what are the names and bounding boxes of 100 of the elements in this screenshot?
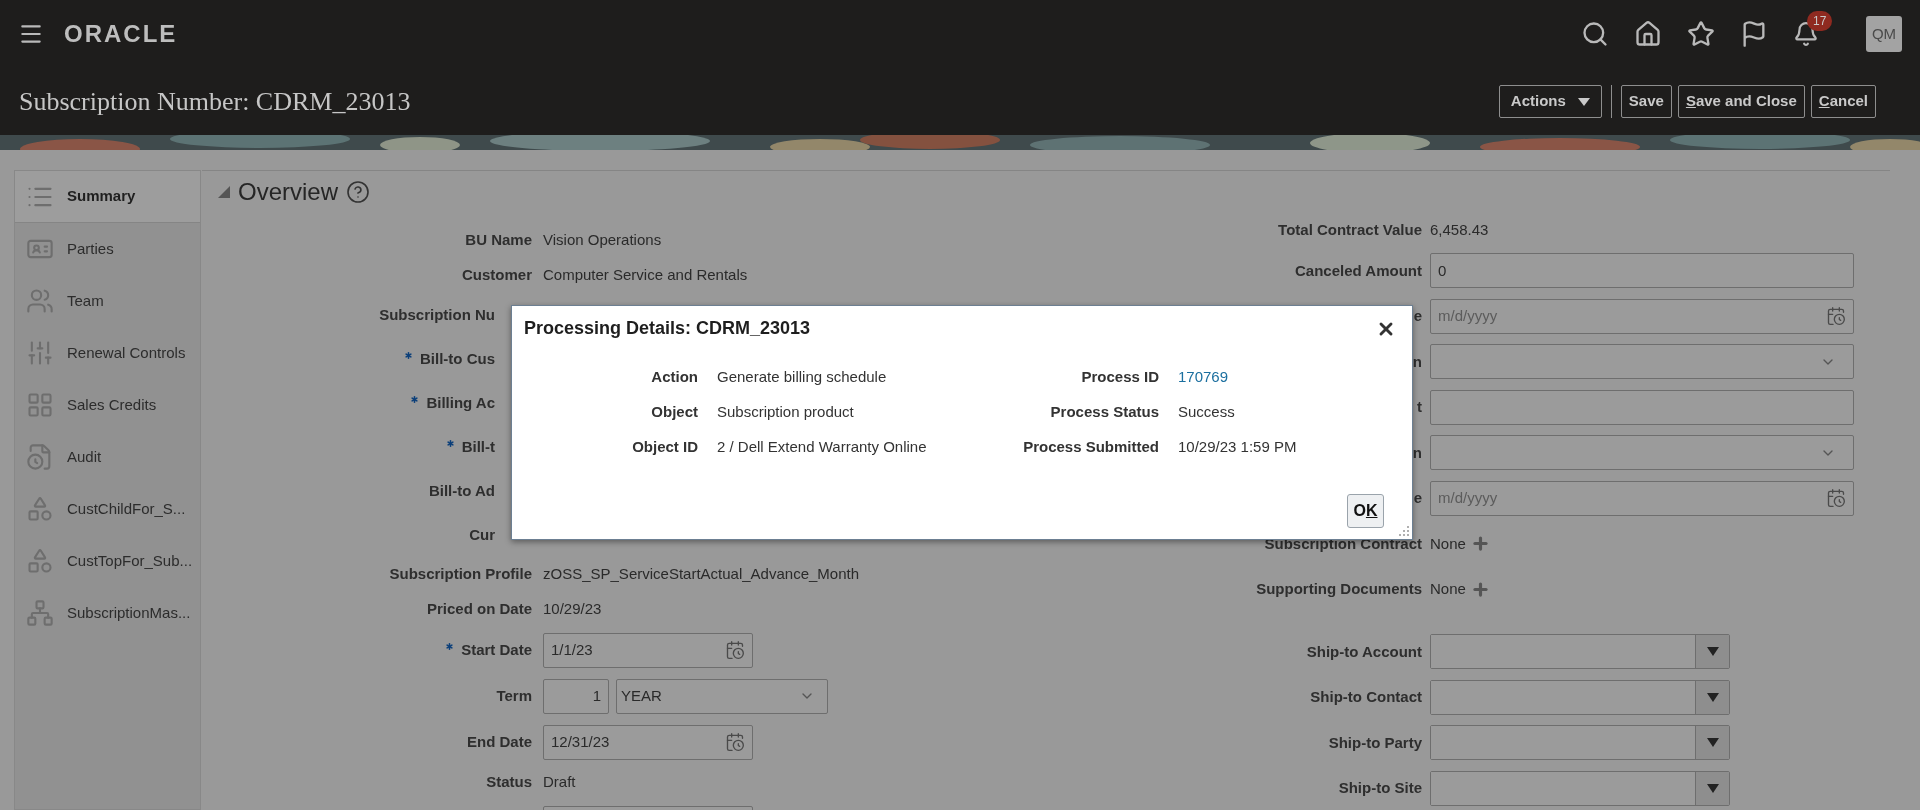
field-label: n [1412, 442, 1422, 463]
field-label: Subscription Contract [1264, 533, 1422, 554]
caret-icon [1706, 647, 1719, 657]
field-label: t [1417, 397, 1422, 417]
detail-value: 10/29/23 1:59 PM [1178, 437, 1298, 457]
field-label: Subscription Profile [389, 564, 532, 585]
sidebar-item[interactable]: SubscriptionMas... [15, 587, 200, 639]
detail-label: Action [650, 367, 698, 387]
detail-label: Object [650, 402, 698, 422]
unit-select[interactable]: YEAR [616, 678, 828, 714]
user-avatar[interactable]: QM [1866, 16, 1902, 52]
star-icon[interactable] [1687, 20, 1715, 48]
calendar-icon[interactable] [725, 640, 745, 660]
caret-icon [1706, 738, 1719, 748]
field-value: 6,458.43 [1430, 220, 1489, 241]
field-label: Bill-to Ad [428, 480, 495, 501]
calendar-icon[interactable] [1826, 488, 1846, 509]
field-label: Ship-to Account [1306, 641, 1422, 662]
actions-menu-button[interactable]: Actions [1498, 85, 1602, 118]
ok-button[interactable]: OK [1347, 494, 1384, 528]
lookup-field[interactable] [1430, 770, 1730, 806]
detail-value: Generate billing schedule [717, 367, 888, 387]
field-label: Subscription Nu [379, 304, 495, 325]
field-label: Supporting Documents [1256, 579, 1422, 599]
field-label: Ship-to Party [1328, 732, 1422, 753]
sidebar-item[interactable]: Summary [15, 171, 200, 223]
home-icon[interactable] [1634, 20, 1662, 48]
lookup-field[interactable] [1430, 725, 1730, 761]
field-label: End Date [467, 731, 532, 752]
lookup-field[interactable] [1430, 679, 1730, 715]
detail-label: Process Status [1049, 402, 1159, 422]
sidebar-item[interactable]: CustTopFor_Sub... [15, 535, 200, 587]
field-label: Bill-to Cus [420, 348, 495, 369]
grid-icon [25, 391, 55, 419]
detail-value: Success [1178, 402, 1236, 422]
field-label: Priced on Date [426, 599, 532, 620]
sidebar-item[interactable]: Team [15, 275, 200, 327]
calendar-icon[interactable] [725, 732, 745, 752]
field-label: Canceled Amount [1295, 260, 1422, 281]
field-label: Customer [462, 265, 532, 286]
field-value: Draft [543, 772, 576, 793]
caret-icon [1577, 97, 1590, 106]
hierarchy-icon [25, 599, 55, 627]
field-label: Ship-to Contact [1310, 687, 1422, 707]
date-field[interactable]: 12/31/23 [543, 724, 753, 760]
field-value: None [1430, 533, 1466, 554]
field-value: Computer Service and Rentals [543, 265, 748, 286]
help-icon[interactable] [346, 180, 371, 204]
lookup-field[interactable] [1430, 634, 1730, 670]
input-field[interactable] [1430, 389, 1854, 425]
field-label: Billing Ac [426, 392, 495, 413]
input-field[interactable]: 0 [1430, 253, 1854, 289]
field-label: Status [486, 772, 532, 793]
sidebar-item[interactable]: Audit [15, 431, 200, 483]
select-field[interactable] [1430, 344, 1854, 380]
sidebar-item[interactable]: CustChildFor_S... [15, 483, 200, 535]
shapes-icon [25, 495, 55, 523]
section-title: Overview [238, 177, 339, 207]
page-title: Subscription Number: CDRM_23013 [19, 86, 411, 118]
dialog-title: Processing Details: CDRM_23013 [524, 317, 811, 340]
field-label: Ship-to Site [1338, 778, 1422, 798]
date-field[interactable]: 1/1/23 [543, 632, 753, 668]
sidebar-item[interactable]: Renewal Controls [15, 327, 200, 379]
sidebar-item[interactable]: Sales Credits [15, 379, 200, 431]
search-icon[interactable] [1581, 20, 1609, 48]
select-field[interactable] [1430, 435, 1854, 471]
field-value: zOSS_SP_ServiceStartActual_Advance_Month [543, 564, 859, 585]
field-value: Vision Operations [543, 230, 662, 251]
collapse-icon[interactable] [218, 186, 230, 198]
field-label: e [1413, 306, 1422, 326]
sidebar-item[interactable]: Parties [15, 223, 200, 275]
field-label: Bill-t [461, 436, 495, 457]
field-label: BU Name [465, 230, 532, 251]
number-field[interactable]: 1 [543, 678, 609, 714]
calendar-icon[interactable] [1826, 306, 1846, 327]
logo: ORACLE [64, 19, 178, 49]
field-label: Total Contract Value [1278, 220, 1422, 241]
resize-grip-icon [1399, 526, 1409, 536]
add-icon[interactable] [1470, 579, 1490, 599]
field-value: 10/29/23 [543, 599, 602, 620]
field-value: None [1430, 579, 1466, 599]
detail-label: Object ID [631, 437, 698, 457]
field-label: Start Date [461, 639, 532, 660]
detail-label: Process Submitted [1022, 437, 1159, 457]
field-label: Cur [469, 524, 495, 545]
people-icon [25, 287, 55, 315]
caret-icon [1706, 692, 1719, 702]
field-label: Term [496, 685, 532, 706]
caret-icon [1706, 783, 1719, 793]
add-icon[interactable] [1470, 534, 1490, 554]
notification-badge: 17 [1807, 11, 1833, 31]
field-label: e [1413, 488, 1422, 508]
toolbar-button[interactable]: Save [1620, 85, 1672, 118]
detail-value: Subscription product [717, 402, 855, 422]
detail-label: Process ID [1080, 367, 1159, 387]
detail-value: 2 / Dell Extend Warranty Online [717, 437, 928, 457]
shapes-icon [25, 547, 55, 575]
toolbar-button[interactable]: Cancel [1810, 85, 1876, 118]
toolbar-button[interactable]: Save and Close [1677, 85, 1805, 118]
process-id-link[interactable]: 170769 [1178, 368, 1229, 385]
